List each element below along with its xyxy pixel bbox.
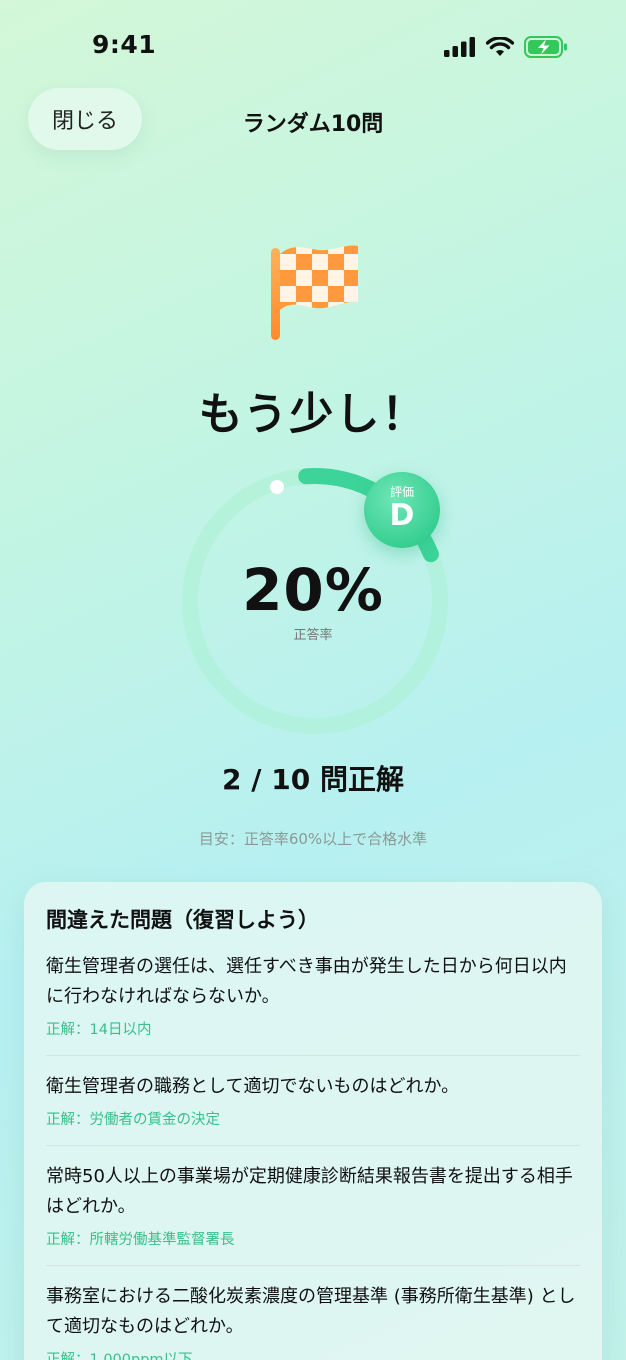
checkered-flag-icon	[271, 245, 358, 340]
percent-value: 20%	[242, 556, 384, 624]
review-item[interactable]: 衛生管理者の職務として適切でないものはどれか。 正解：労働者の賃金の決定	[46, 1072, 580, 1146]
review-answer: 正解：14日以内	[46, 1022, 152, 1038]
status-bar: 9:41	[0, 0, 626, 90]
review-title: 間違えた問題（復習しよう）	[46, 908, 319, 932]
page-title: ランダム10問	[242, 112, 384, 137]
result-headline: もう少し！	[198, 389, 428, 440]
review-question: 常時50人以上の事業場が定期健康診断結果報告書を提出する相手はどれか。	[46, 1166, 573, 1217]
nav-bar: 閉じる ランダム10問	[0, 88, 626, 152]
review-question: 衛生管理者の職務として適切でないものはどれか。	[46, 1076, 460, 1097]
grade-badge: 評価 D	[364, 472, 440, 548]
review-answer: 正解：労働者の賃金の決定	[46, 1112, 220, 1128]
review-question: 衛生管理者の選任は、選任すべき事由が発生した日から何日以内に行わなければならない…	[46, 956, 567, 1007]
status-time: 9:41	[92, 30, 157, 59]
guide-text: 目安：正答率60%以上で合格水準	[198, 830, 428, 848]
score-gauge-marker	[270, 480, 284, 494]
battery-charging-icon	[524, 36, 567, 58]
review-answer: 正解：1,000ppm以下	[46, 1352, 193, 1360]
review-item[interactable]: 事務室における二酸化炭素濃度の管理基準 (事務所衛生基準) として適切なものはど…	[46, 1282, 580, 1360]
cellular-signal-icon	[444, 37, 475, 57]
wifi-icon	[486, 37, 514, 56]
score-text: 2 / 10 問正解	[222, 763, 404, 796]
percent-label: 正答率	[293, 628, 333, 643]
review-item[interactable]: 衛生管理者の選任は、選任すべき事由が発生した日から何日以内に行わなければならない…	[46, 952, 580, 1056]
grade-value: D	[389, 498, 415, 533]
review-question: 事務室における二酸化炭素濃度の管理基準 (事務所衛生基準) として適切なものはど…	[46, 1286, 576, 1337]
review-card: 間違えた問題（復習しよう） 衛生管理者の選任は、選任すべき事由が発生した日から何…	[24, 882, 602, 1360]
review-item[interactable]: 常時50人以上の事業場が定期健康診断結果報告書を提出する相手はどれか。 正解：所…	[46, 1162, 580, 1266]
status-icons	[444, 36, 568, 58]
review-answer: 正解：所轄労働基準監督署長	[46, 1232, 235, 1248]
